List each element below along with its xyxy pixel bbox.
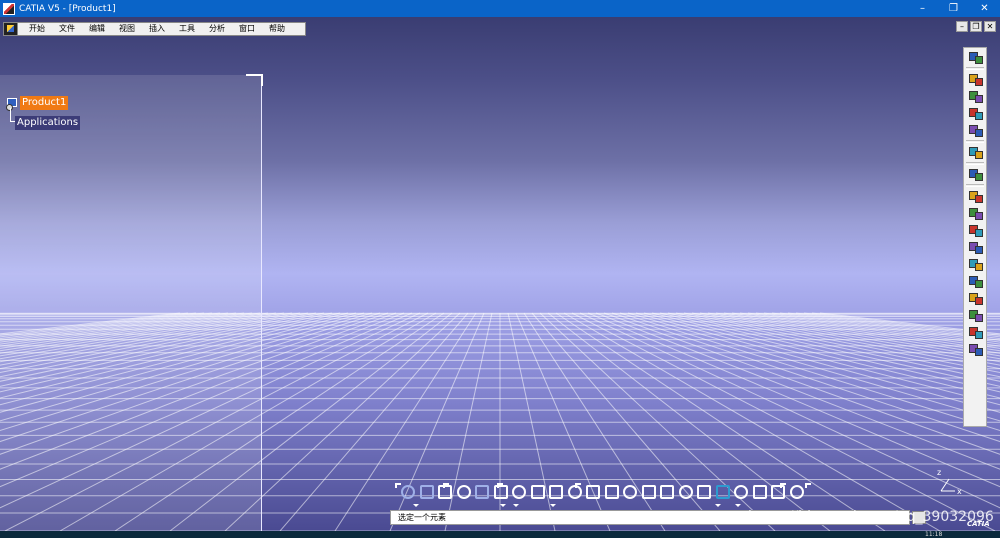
close-button[interactable]: ✕ bbox=[969, 0, 1000, 17]
fit-all-icon[interactable] bbox=[586, 485, 600, 499]
doc-close-button[interactable]: ✕ bbox=[984, 21, 996, 32]
svg-text:z: z bbox=[937, 468, 941, 477]
tree-panel-corner-vertical bbox=[261, 74, 263, 86]
toolbar-separator bbox=[966, 184, 984, 187]
eraser-icon[interactable] bbox=[967, 123, 985, 138]
normal-view-icon[interactable] bbox=[678, 485, 693, 499]
bom-icon[interactable] bbox=[967, 308, 985, 323]
swap-icon[interactable] bbox=[771, 485, 785, 499]
annotation-icon[interactable] bbox=[967, 325, 985, 340]
taskbar-clock: 11:18 bbox=[925, 531, 943, 538]
doc-minimize-button[interactable]: – bbox=[956, 21, 968, 32]
tree-icon[interactable] bbox=[512, 485, 526, 499]
color-icon[interactable] bbox=[715, 485, 730, 499]
menu-view[interactable]: 视图 bbox=[112, 23, 142, 35]
doc-restore-button[interactable]: ❐ bbox=[970, 21, 982, 32]
tree-node-applications[interactable]: Applications bbox=[15, 116, 81, 130]
shading-icon[interactable] bbox=[734, 485, 748, 499]
zoom-in-icon[interactable] bbox=[641, 485, 656, 499]
product-icon bbox=[6, 97, 18, 111]
toolbar-separator bbox=[966, 67, 984, 70]
chevron-down-icon[interactable] bbox=[715, 504, 721, 507]
window-title: CATIA V5 - [Product1] bbox=[19, 3, 116, 14]
minimize-button[interactable]: – bbox=[907, 0, 938, 17]
menu-analyze[interactable]: 分析 bbox=[202, 23, 232, 35]
insert-component-icon[interactable] bbox=[967, 240, 985, 255]
chevron-down-icon[interactable] bbox=[513, 504, 519, 507]
comment-icon[interactable] bbox=[456, 485, 471, 499]
render-icon[interactable] bbox=[967, 167, 985, 182]
menu-start[interactable]: 开始 bbox=[22, 23, 52, 35]
toolbar-group-marker bbox=[395, 483, 401, 488]
os-taskbar bbox=[0, 531, 1000, 538]
gear-b-icon[interactable] bbox=[967, 206, 985, 221]
toolbar-group-marker bbox=[805, 483, 811, 488]
menu-edit[interactable]: 编辑 bbox=[82, 23, 112, 35]
link-icon[interactable] bbox=[401, 485, 415, 499]
window-title-bar: CATIA V5 - [Product1] – ❐ ✕ bbox=[0, 0, 1000, 17]
chevron-down-icon[interactable] bbox=[735, 504, 741, 507]
table-icon[interactable] bbox=[493, 485, 508, 499]
3d-viewport[interactable]: 开始 文件 编辑 视图 插入 工具 分析 窗口 帮助 – ❐ ✕ Product… bbox=[0, 17, 1000, 531]
chevron-down-icon[interactable] bbox=[500, 504, 506, 507]
formula-icon[interactable] bbox=[438, 485, 452, 499]
update-icon[interactable] bbox=[967, 223, 985, 238]
camera-icon[interactable] bbox=[789, 485, 804, 499]
chevron-down-icon[interactable] bbox=[413, 504, 419, 507]
scene-icon[interactable] bbox=[967, 291, 985, 306]
menu-file[interactable]: 文件 bbox=[52, 23, 82, 35]
svg-text:x: x bbox=[957, 487, 962, 496]
toolbar-separator bbox=[966, 162, 984, 165]
right-vertical-toolbar bbox=[963, 47, 987, 427]
document-icon[interactable] bbox=[4, 23, 18, 35]
user-icon[interactable] bbox=[530, 485, 545, 499]
specification-tree-panel bbox=[0, 75, 262, 531]
menu-window[interactable]: 窗口 bbox=[232, 23, 262, 35]
surface-icon[interactable] bbox=[967, 89, 985, 104]
publish-icon[interactable] bbox=[967, 342, 985, 357]
bottom-view-toolbar bbox=[395, 483, 835, 511]
shaft-icon[interactable] bbox=[967, 106, 985, 121]
pin-icon[interactable] bbox=[475, 485, 489, 499]
iso-view-icon[interactable] bbox=[697, 485, 711, 499]
toolbar-separator bbox=[966, 140, 984, 143]
axis-indicator: z x bbox=[937, 468, 962, 496]
menu-bar: 开始 文件 编辑 视图 插入 工具 分析 窗口 帮助 bbox=[3, 22, 306, 36]
chevron-down-icon[interactable] bbox=[550, 504, 556, 507]
document-window-controls: – ❐ ✕ bbox=[956, 21, 996, 32]
sketch-icon[interactable] bbox=[967, 72, 985, 87]
watermark-text: https://blog.csdn.net/qq_39032096 bbox=[748, 509, 994, 525]
tree-node-product[interactable]: Product1 bbox=[6, 96, 69, 111]
hide-icon[interactable] bbox=[567, 485, 582, 499]
tree-node-product-label[interactable]: Product1 bbox=[20, 96, 69, 110]
tree-connector bbox=[10, 108, 11, 122]
gear-a-icon[interactable] bbox=[967, 189, 985, 204]
catalog-icon[interactable] bbox=[967, 50, 985, 65]
rotate-icon[interactable] bbox=[623, 485, 637, 499]
constraint-icon[interactable] bbox=[967, 257, 985, 272]
catia-app-icon bbox=[3, 2, 15, 15]
explode-icon[interactable] bbox=[967, 274, 985, 289]
measure-icon[interactable] bbox=[549, 485, 563, 499]
menu-help[interactable]: 帮助 bbox=[262, 23, 292, 35]
select-arrow-icon[interactable] bbox=[967, 145, 985, 160]
menu-tools[interactable]: 工具 bbox=[172, 23, 202, 35]
zoom-out-icon[interactable] bbox=[660, 485, 674, 499]
hide-show-icon[interactable] bbox=[752, 485, 767, 499]
menu-insert[interactable]: 插入 bbox=[142, 23, 172, 35]
copy-link-icon[interactable] bbox=[419, 485, 434, 499]
catia-logo: CATIA bbox=[967, 520, 990, 528]
restore-button[interactable]: ❐ bbox=[938, 0, 969, 17]
pan-icon[interactable] bbox=[604, 485, 619, 499]
